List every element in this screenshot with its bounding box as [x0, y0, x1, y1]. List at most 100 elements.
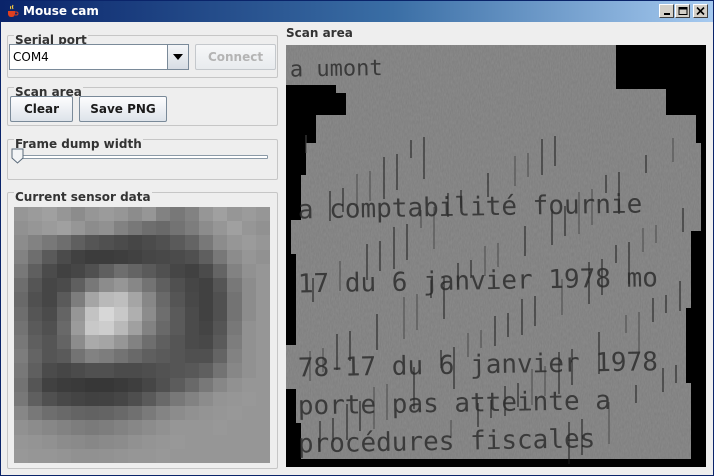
sensor-pixel — [56, 448, 71, 463]
window-title: Mouse cam — [23, 4, 99, 18]
sensor-pixel — [28, 320, 43, 335]
sensor-pixel — [85, 349, 100, 364]
sensor-pixel — [42, 406, 57, 421]
sensor-pixel — [184, 278, 199, 293]
connect-button[interactable]: Connect — [195, 44, 276, 70]
sensor-pixel — [28, 278, 43, 293]
sensor-pixel — [198, 278, 214, 293]
sensor-pixel — [85, 207, 100, 222]
sensor-pixel — [56, 434, 71, 449]
sensor-pixel — [99, 391, 114, 407]
sensor-pixel — [198, 391, 214, 407]
sensor-pixel — [142, 207, 157, 222]
sensor-pixel — [170, 363, 185, 378]
sensor-pixel — [127, 406, 142, 421]
sensor-pixel — [70, 320, 86, 335]
minimize-button[interactable] — [659, 4, 674, 18]
sensor-pixel — [113, 377, 128, 392]
sensor-pixel — [227, 235, 242, 250]
sensor-pixel — [14, 448, 29, 463]
sensor-pixel — [255, 377, 270, 392]
sensor-pixel — [99, 335, 114, 350]
sensor-pixel — [213, 434, 228, 449]
sensor-pixel — [99, 292, 114, 307]
sensor-pixel — [184, 363, 199, 378]
sensor-pixel — [42, 235, 57, 250]
sensor-pixel — [42, 278, 57, 293]
sensor-pixel — [42, 335, 57, 350]
sensor-pixel — [56, 249, 71, 264]
sensor-pixel — [85, 420, 100, 435]
sensor-pixel — [142, 292, 157, 307]
sensor-pixel — [184, 320, 199, 335]
sensor-pixel — [14, 406, 29, 421]
sensor-pixel — [42, 363, 57, 378]
serial-port-select[interactable]: COM4 — [9, 44, 189, 70]
sensor-pixel — [14, 335, 29, 350]
close-button[interactable] — [693, 4, 708, 18]
sensor-pixel — [170, 406, 185, 421]
sensor-pixel — [99, 363, 114, 378]
sensor-pixel — [14, 363, 29, 378]
sensor-pixel — [227, 434, 242, 449]
sensor-pixel — [142, 406, 157, 421]
sensor-pixel — [14, 235, 29, 250]
sensor-pixel — [170, 349, 185, 364]
sensor-pixel — [14, 221, 29, 236]
sensor-pixel — [227, 221, 242, 236]
sensor-pixel — [56, 377, 71, 392]
sensor-pixel — [127, 335, 142, 350]
sensor-pixel — [70, 235, 86, 250]
sensor-pixel — [213, 377, 228, 392]
sensor-pixel — [113, 391, 128, 407]
sensor-pixel — [213, 263, 228, 279]
sensor-pixel — [156, 278, 171, 293]
sensor-pixel — [28, 377, 43, 392]
sensor-pixel — [70, 306, 86, 321]
sensor-pixel — [127, 377, 142, 392]
sensor-pixel — [42, 306, 57, 321]
sensor-pixel — [99, 406, 114, 421]
sensor-pixel — [85, 263, 100, 279]
save-png-button[interactable]: Save PNG — [79, 96, 167, 122]
dropdown-button[interactable] — [167, 45, 188, 69]
title-bar[interactable]: Mouse cam — [1, 1, 713, 22]
sensor-pixel — [56, 335, 71, 350]
sensor-pixel — [241, 278, 256, 293]
sensor-pixel — [227, 207, 242, 222]
sensor-pixel — [213, 335, 228, 350]
sensor-pixel — [227, 391, 242, 407]
sensor-pixel — [241, 235, 256, 250]
sensor-pixel — [213, 349, 228, 364]
sensor-pixel — [184, 207, 199, 222]
sensor-pixel — [142, 263, 157, 279]
sensor-pixel — [255, 278, 270, 293]
scan-text-line: porte pas atteinte a — [298, 386, 612, 421]
sensor-pixel — [184, 335, 199, 350]
sensor-pixel — [28, 292, 43, 307]
sensor-pixel — [198, 207, 214, 222]
sensor-pixel — [85, 249, 100, 264]
sensor-pixel — [170, 377, 185, 392]
sensor-pixel — [227, 278, 242, 293]
frame-dump-label: Frame dump width — [14, 137, 143, 151]
maximize-button[interactable] — [675, 4, 690, 18]
sensor-pixel — [113, 235, 128, 250]
sensor-pixel — [85, 434, 100, 449]
sensor-pixel — [213, 448, 228, 463]
sensor-pixel — [227, 320, 242, 335]
sensor-pixel — [142, 335, 157, 350]
sensor-pixel — [28, 221, 43, 236]
sensor-pixel — [70, 263, 86, 279]
close-icon — [696, 7, 705, 16]
sensor-pixel — [70, 406, 86, 421]
frame-dump-slider-track[interactable] — [12, 155, 268, 159]
frame-dump-slider-thumb[interactable] — [11, 148, 24, 164]
sensor-pixel — [99, 320, 114, 335]
sensor-pixel — [184, 448, 199, 463]
clear-button[interactable]: Clear — [10, 96, 73, 122]
sensor-pixel — [213, 221, 228, 236]
sensor-pixel — [85, 406, 100, 421]
sensor-pixel — [14, 207, 29, 222]
sensor-pixel — [241, 263, 256, 279]
